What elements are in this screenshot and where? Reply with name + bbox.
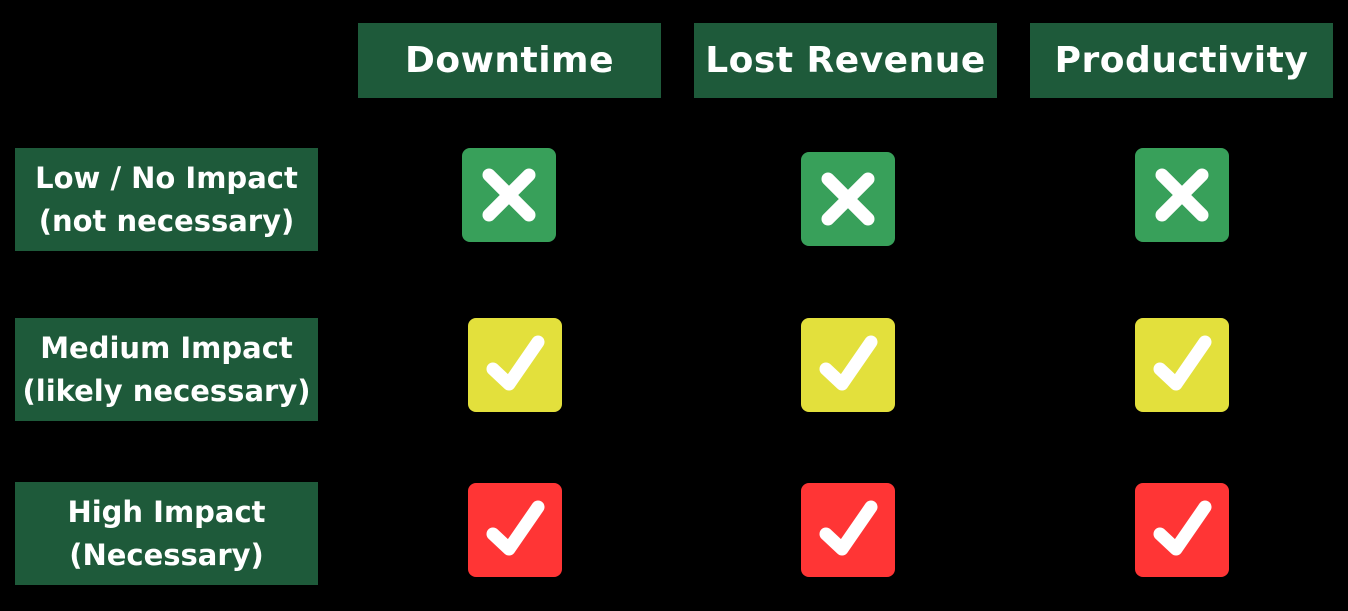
check-icon — [1135, 318, 1229, 412]
row-label-subtitle: (likely necessary) — [22, 373, 311, 408]
row-label-title: Low / No Impact — [35, 160, 298, 195]
x-icon — [1135, 148, 1229, 242]
check-icon — [1135, 483, 1229, 577]
cell-low-downtime — [462, 148, 556, 242]
check-icon — [468, 483, 562, 577]
x-icon — [462, 148, 556, 242]
check-icon — [801, 318, 895, 412]
cell-high-lost-revenue — [801, 483, 895, 577]
cell-low-lost-revenue — [801, 152, 895, 246]
cell-low-productivity — [1135, 148, 1229, 242]
column-header-lost-revenue: Lost Revenue — [694, 23, 997, 98]
cell-high-downtime — [468, 483, 562, 577]
check-icon — [468, 318, 562, 412]
row-label-title: High Impact — [67, 494, 266, 529]
x-icon — [801, 152, 895, 246]
cell-medium-lost-revenue — [801, 318, 895, 412]
cell-high-productivity — [1135, 483, 1229, 577]
check-icon — [801, 483, 895, 577]
column-header-productivity: Productivity — [1030, 23, 1333, 98]
row-label-medium-impact: Medium Impact (likely necessary) — [15, 318, 318, 421]
cell-medium-downtime — [468, 318, 562, 412]
row-label-low-impact: Low / No Impact (not necessary) — [15, 148, 318, 251]
row-label-high-impact: High Impact (Necessary) — [15, 482, 318, 585]
row-label-subtitle: (not necessary) — [38, 203, 295, 238]
column-header-downtime: Downtime — [358, 23, 661, 98]
row-label-title: Medium Impact — [40, 330, 293, 365]
cell-medium-productivity — [1135, 318, 1229, 412]
row-label-subtitle: (Necessary) — [69, 537, 264, 572]
